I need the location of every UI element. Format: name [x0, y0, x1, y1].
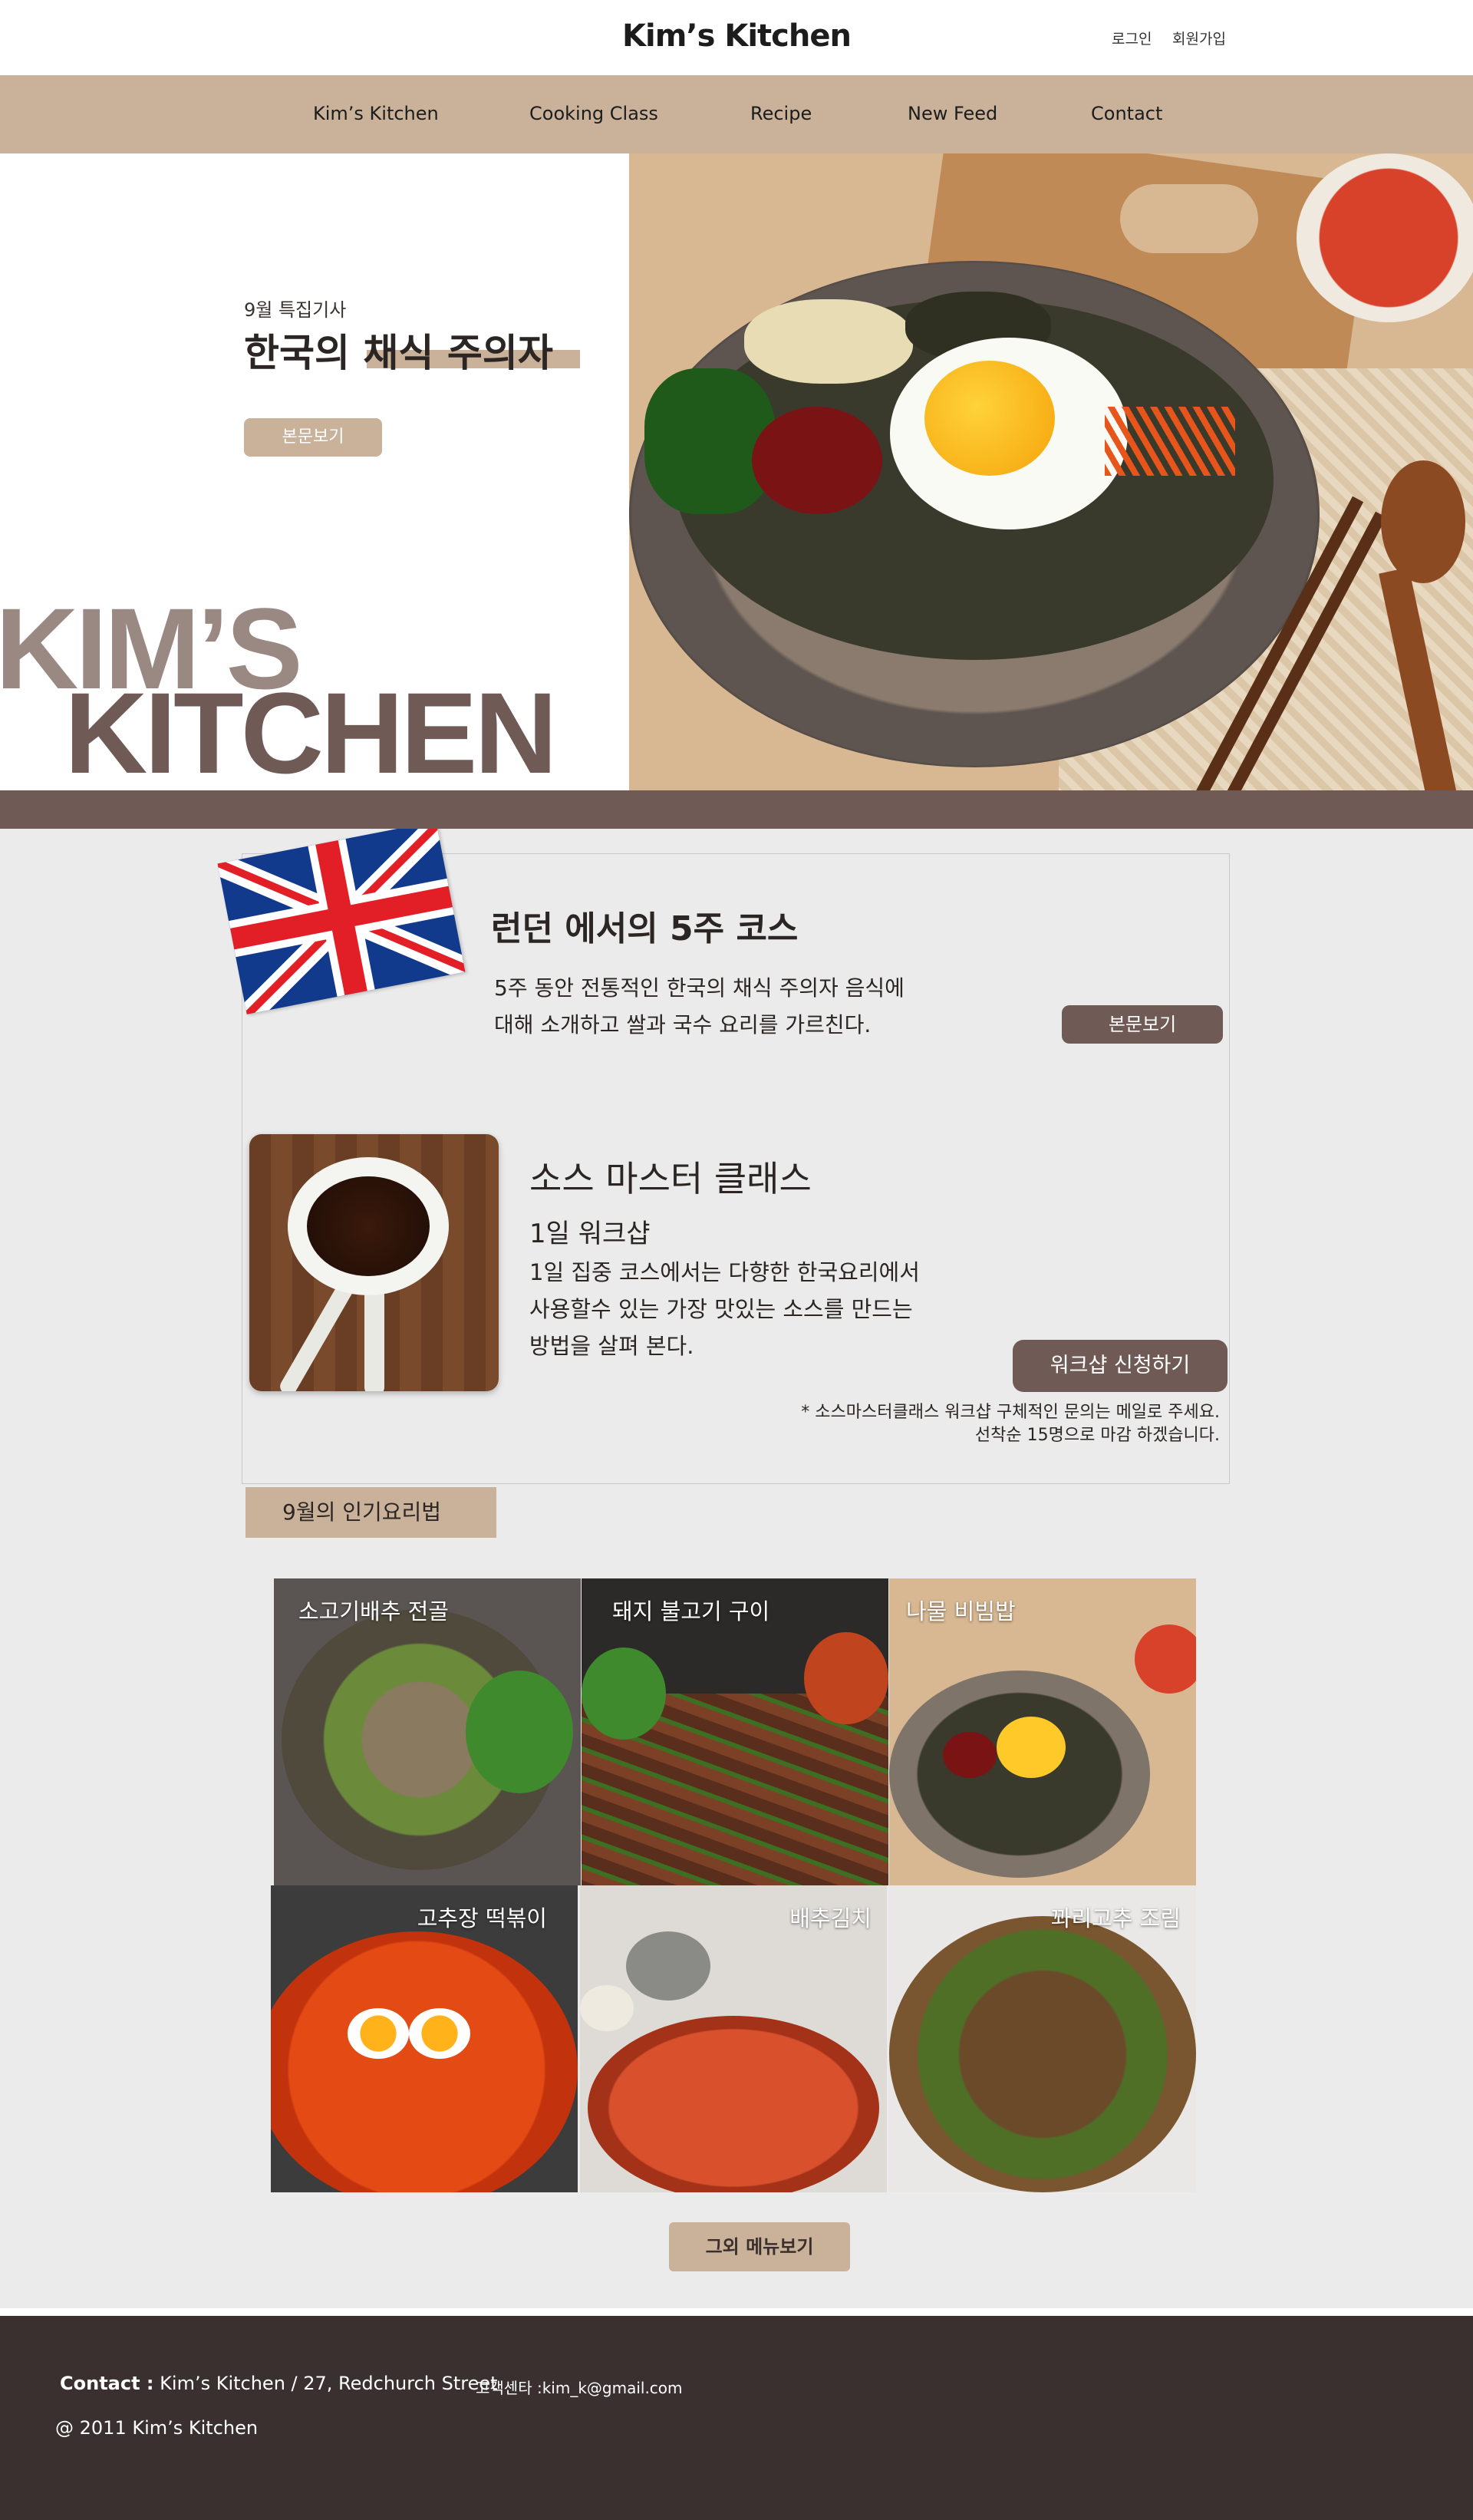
london-desc-line: 대해 소개하고 쌀과 국수 요리를 가르친다. — [494, 1012, 872, 1037]
big-wordmark-line2: KITCHEN — [64, 668, 558, 797]
sauce-class-subtitle: 1일 워크샵 — [529, 1219, 651, 1249]
recipe-card-namul-bibimbap[interactable]: 나물 비빔밥 — [889, 1578, 1196, 1885]
sauce-desc-line: 사용할수 있는 가장 맛있는 소스를 만드는 — [529, 1296, 913, 1322]
footer-copyright: @ 2011 Kim’s Kitchen — [55, 2417, 259, 2439]
login-link[interactable]: 로그인 — [1112, 28, 1152, 48]
nav-item-new-feed[interactable]: New Feed — [908, 103, 997, 124]
footer-contact: Contact : Kim’s Kitchen / 27, Redchurch … — [60, 2373, 498, 2394]
recipe-label: 소고기배추 전골 — [298, 1598, 449, 1624]
nav-item-recipe[interactable]: Recipe — [750, 103, 812, 124]
london-desc-line: 5주 동안 전통적인 한국의 채식 주의자 음식에 — [494, 975, 905, 1001]
recipe-card-shishito-pepper-jorim[interactable]: 꽈리고추 조림 — [889, 1885, 1196, 2192]
hero-title-wrap: 한국의 채식 주의자 — [244, 322, 580, 378]
hero-title-text: 한국의 채식 주의자 — [244, 331, 553, 375]
main-nav: Kim’s Kitchen Cooking Class Recipe New F… — [0, 75, 1473, 153]
recipe-card-gochujang-tteokbokki[interactable]: 고추장 떡볶이 — [271, 1885, 578, 2192]
recipe-label: 돼지 불고기 구이 — [612, 1598, 770, 1624]
london-course-title: 런던 에서의 5주 코스 — [491, 909, 799, 948]
sauce-desc-line: 방법을 살펴 본다. — [529, 1333, 694, 1359]
site-logo[interactable]: Kim’s Kitchen — [0, 18, 1473, 54]
london-read-more-button[interactable]: 본문보기 — [1062, 1005, 1223, 1044]
sauce-desc-line: 1일 집중 코스에서는 다향한 한국요리에서 — [529, 1259, 920, 1285]
hero-title: 한국의 채식 주의자 — [244, 322, 580, 378]
footer-service-email[interactable]: 고객센타 :kim_k@gmail.com — [476, 2376, 683, 2398]
hero-section: 9월 특집기사 한국의 채식 주의자 본문보기 KIM’S KITCHEN — [0, 153, 1473, 829]
workshop-signup-button[interactable]: 워크샵 신청하기 — [1013, 1340, 1228, 1392]
footer-contact-value: Kim’s Kitchen / 27, Redchurch Street — [160, 2373, 498, 2394]
workshop-note: * 소스마스터클래스 워크샵 구체적인 문의는 메일로 주세요. 선착순 15명… — [801, 1401, 1220, 1447]
recipe-label: 배추김치 — [789, 1905, 872, 1931]
recipe-card-pork-bulgogi[interactable]: 돼지 불고기 구이 — [582, 1578, 888, 1885]
nav-item-contact[interactable]: Contact — [1091, 103, 1162, 124]
recipe-label: 고추장 떡볶이 — [417, 1905, 547, 1931]
workshop-note-line: * 소스마스터클래스 워크샵 구체적인 문의는 메일로 주세요. — [801, 1403, 1220, 1422]
recipe-label: 나물 비빔밥 — [906, 1598, 1016, 1624]
workshop-note-line: 선착순 15명으로 마감 하겠습니다. — [974, 1426, 1220, 1445]
sauce-class-title: 소스 마스터 클래스 — [529, 1158, 812, 1199]
footer: Contact : Kim’s Kitchen / 27, Redchurch … — [0, 2316, 1473, 2520]
sauce-class-description: 1일 집중 코스에서는 다향한 한국요리에서 사용할수 있는 가장 맛있는 소스… — [529, 1254, 920, 1364]
more-menu-button[interactable]: 그외 메뉴보기 — [669, 2222, 850, 2271]
hero-read-more-button[interactable]: 본문보기 — [244, 418, 382, 457]
sauce-cup-image — [249, 1134, 499, 1391]
london-course-description: 5주 동안 전통적인 한국의 채식 주의자 음식에 대해 소개하고 쌀과 국수 … — [494, 970, 905, 1044]
hero-kicker: 9월 특집기사 — [244, 299, 347, 321]
bibimbap-hero-image — [629, 153, 1473, 790]
recipe-card-cabbage-kimchi[interactable]: 배추김치 — [580, 1885, 887, 2192]
top-header: Kim’s Kitchen 로그인 회원가입 — [0, 0, 1473, 75]
popular-recipes-heading: 9월의 인기요리법 — [246, 1487, 496, 1538]
footer-contact-label: Contact : — [60, 2373, 154, 2394]
signup-link[interactable]: 회원가입 — [1172, 28, 1226, 48]
recipe-card-beef-cabbage-hotpot[interactable]: 소고기배추 전골 — [274, 1578, 581, 1885]
nav-item-kims-kitchen[interactable]: Kim’s Kitchen — [313, 103, 439, 124]
recipe-label: 꽈리고추 조림 — [1050, 1905, 1181, 1931]
nav-item-cooking-class[interactable]: Cooking Class — [529, 103, 658, 124]
